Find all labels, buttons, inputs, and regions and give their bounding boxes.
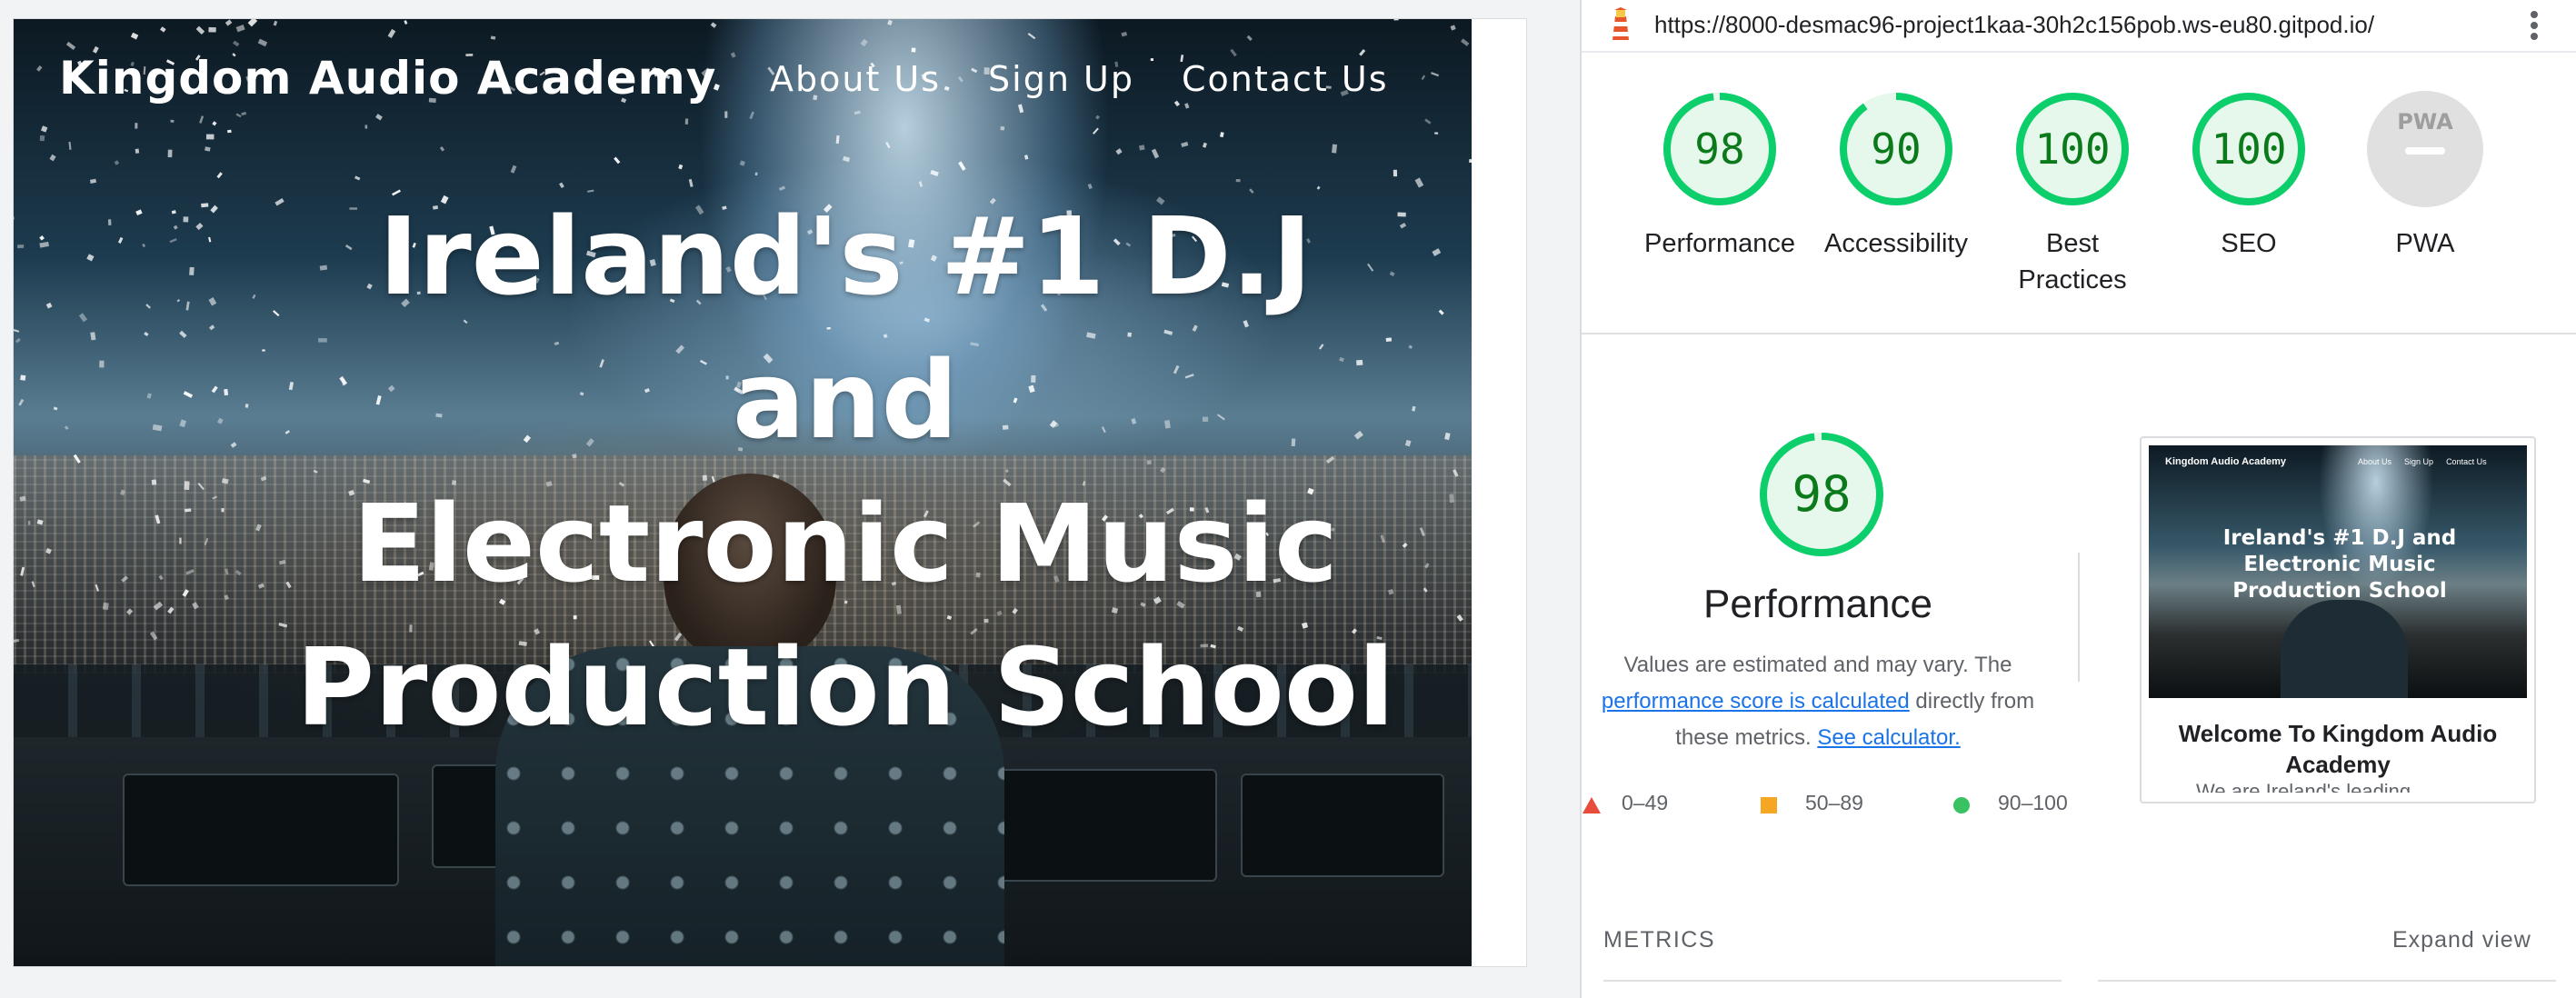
desc-text: Values are estimated and may vary. The: [1623, 653, 2012, 677]
report-url[interactable]: https://8000-desmac96-project1kaa-30h2c1…: [1654, 11, 2374, 39]
performance-score: 98: [1792, 465, 1851, 523]
thumb-nav-item: Contact Us: [2446, 457, 2487, 466]
gauge-score: 90: [1871, 125, 1921, 174]
score-legend: 0–49 50–89 90–100: [1582, 791, 2091, 827]
metrics-divider: [1603, 980, 2062, 982]
gauge-best-practices[interactable]: 100 Best Practices: [1982, 87, 2163, 298]
category-gauges: 98 Performance 90 Accessibility 100 Best…: [1582, 87, 2576, 305]
gauge-ring: 98: [1663, 93, 1776, 205]
nav-about-us[interactable]: About Us: [770, 59, 941, 99]
average-square-icon: [1761, 797, 1777, 813]
gauge-score: 100: [2211, 125, 2286, 174]
legend-range-fail: 0–49: [1622, 791, 1669, 814]
site-navigation: About Us Sign Up Contact Us: [770, 59, 1389, 99]
gauge-score: 100: [2034, 125, 2110, 174]
thumb-logo: Kingdom Audio Academy: [2165, 456, 2287, 467]
performance-title: Performance: [1703, 582, 1932, 626]
section-divider: [1582, 333, 2576, 334]
pwa-badge-icon: PWA: [2367, 91, 2483, 207]
gauge-performance[interactable]: 98 Performance: [1629, 87, 1811, 262]
pwa-badge-text: PWA: [2397, 109, 2453, 135]
legend-range-pass: 90–100: [1998, 791, 2068, 814]
gauge-ring: 100: [2192, 93, 2305, 205]
hero-title-line: Electronic Music: [352, 481, 1339, 606]
lighthouse-icon: [1612, 7, 1629, 40]
metrics-divider: [2098, 980, 2556, 982]
thumb-title: Ireland's #1 D.J and Electronic Music Pr…: [2222, 526, 2457, 603]
hero-section: Kingdom Audio Academy About Us Sign Up C…: [14, 19, 1472, 966]
gauge-label: Performance: [1643, 229, 1795, 258]
vertical-divider: [2078, 553, 2080, 682]
report-url-bar: https://8000-desmac96-project1kaa-30h2c1…: [1582, 0, 2576, 53]
gauge-seo[interactable]: 100 SEO: [2158, 87, 2340, 262]
gauge-pwa[interactable]: PWA PWA: [2334, 87, 2516, 262]
hero-title-line: Production School: [295, 624, 1395, 750]
final-screenshot-card[interactable]: Kingdom Audio Academy About Us Sign Up C…: [2140, 436, 2536, 803]
thumb-nav-item: About Us: [2358, 457, 2392, 466]
gauge-label: SEO: [2221, 229, 2277, 258]
performance-description: Values are estimated and may vary. The p…: [1600, 647, 2036, 756]
gauge-label: Accessibility: [1824, 229, 1968, 258]
gauge-score: 98: [1694, 125, 1744, 174]
thumb-nav: About Us Sign Up Contact Us: [2358, 457, 2487, 466]
website-preview-frame: Kingdom Audio Academy About Us Sign Up C…: [13, 18, 1527, 967]
expand-view-toggle[interactable]: Expand view: [2392, 927, 2531, 953]
nav-sign-up[interactable]: Sign Up: [988, 59, 1134, 99]
thumb-cut-text: We are Ireland's leading provider of: [2196, 780, 2411, 793]
thumb-caption: Welcome To Kingdom Audio Academy: [2178, 720, 2498, 778]
performance-gauge: 98: [1760, 433, 1883, 556]
gauge-accessibility[interactable]: 90 Accessibility: [1805, 87, 1987, 262]
gauge-label: Best Practices: [2018, 229, 2127, 294]
thumb-nav-item: Sign Up: [2404, 457, 2434, 466]
gauge-label: PWA: [2395, 229, 2455, 258]
hero-title: Ireland's #1 D.J and Electronic Music Pr…: [286, 185, 1404, 759]
metrics-heading: METRICS: [1603, 927, 1715, 953]
pass-circle-icon: [1953, 797, 1970, 813]
see-calculator-link[interactable]: See calculator.: [1817, 725, 1960, 750]
lighthouse-report-panel: https://8000-desmac96-project1kaa-30h2c1…: [1580, 0, 2576, 998]
final-screenshot: Kingdom Audio Academy About Us Sign Up C…: [2149, 445, 2527, 698]
preview-scroll-area[interactable]: [1472, 19, 1526, 966]
gauge-ring: 100: [2016, 93, 2129, 205]
nav-contact-us[interactable]: Contact Us: [1182, 59, 1389, 99]
site-logo[interactable]: Kingdom Audio Academy: [59, 52, 716, 105]
legend-range-average: 50–89: [1805, 791, 1863, 814]
score-calculated-link[interactable]: performance score is calculated: [1602, 689, 1910, 714]
more-options-icon[interactable]: [2525, 7, 2543, 44]
gauge-ring: 90: [1840, 93, 1952, 205]
thumb-dj-figure: [2281, 600, 2408, 698]
hero-title-line: Ireland's #1 D.J and: [378, 194, 1313, 463]
fail-triangle-icon: [1583, 797, 1601, 813]
